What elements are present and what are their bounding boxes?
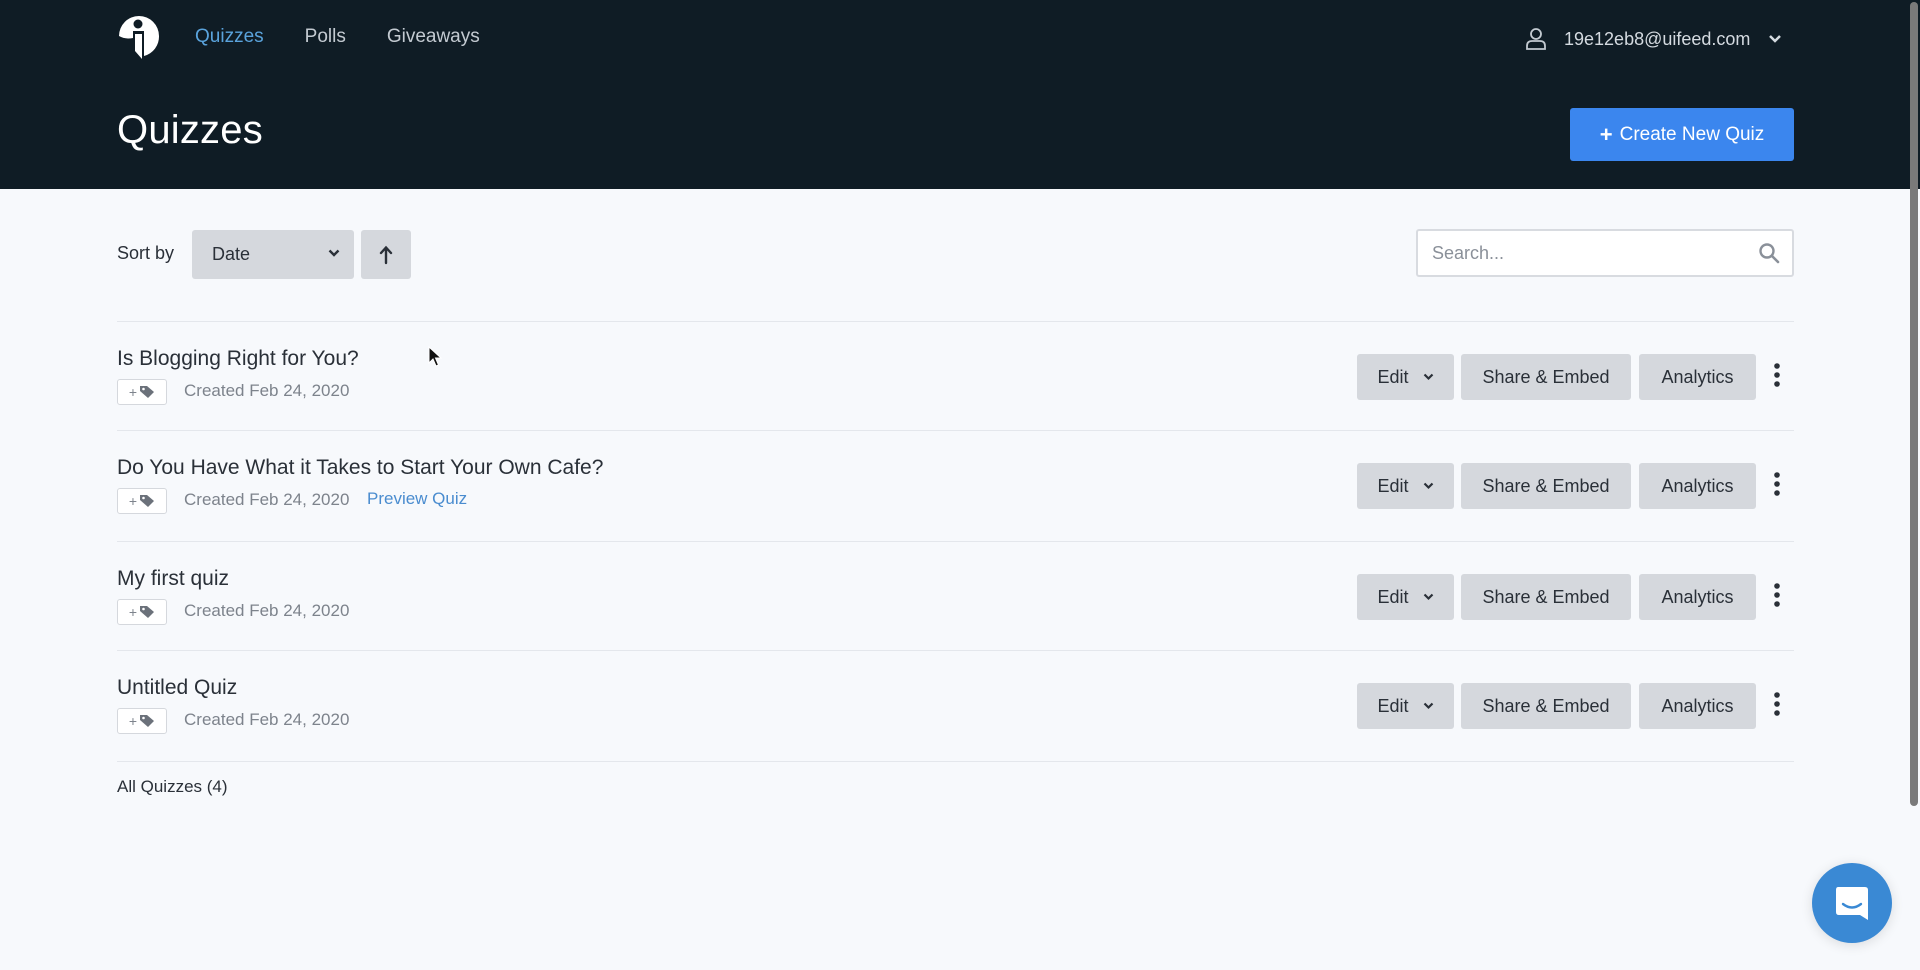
- plus-icon: +: [1599, 121, 1613, 147]
- sort-label: Sort by: [117, 243, 175, 263]
- divider: [117, 761, 1794, 762]
- edit-label: Edit: [1377, 586, 1409, 607]
- quiz-row: Do You Have What it Takes to Start Your …: [117, 430, 1794, 540]
- created-date: Created Feb 24, 2020: [184, 601, 350, 620]
- chevron-down-icon: [328, 249, 340, 257]
- user-email: 19e12eb8@uifeed.com: [1564, 28, 1751, 49]
- search-input[interactable]: [1418, 231, 1792, 275]
- more-options-icon[interactable]: [1769, 470, 1785, 500]
- chevron-down-icon: [1423, 702, 1433, 710]
- chevron-down-icon: [1423, 593, 1433, 601]
- chat-launcher-button[interactable]: [1812, 863, 1892, 943]
- add-tag-button[interactable]: +: [117, 379, 167, 405]
- edit-label: Edit: [1377, 695, 1409, 716]
- tag-icon: [140, 495, 155, 507]
- user-menu[interactable]: 19e12eb8@uifeed.com: [1525, 27, 1782, 51]
- share-embed-button[interactable]: Share & Embed: [1461, 463, 1631, 509]
- preview-quiz-link[interactable]: Preview Quiz: [367, 489, 467, 509]
- chevron-down-icon: [1769, 35, 1782, 43]
- uifeed-logo-icon[interactable]: [117, 14, 161, 60]
- chevron-down-icon: [1423, 373, 1433, 381]
- nav-item-quizzes[interactable]: Quizzes: [195, 24, 264, 50]
- create-new-quiz-label: Create New Quiz: [1619, 123, 1765, 145]
- all-quizzes-count[interactable]: All Quizzes (4): [117, 777, 228, 797]
- add-tag-button[interactable]: +: [117, 599, 167, 625]
- created-date: Created Feb 24, 2020: [184, 381, 350, 400]
- create-new-quiz-button[interactable]: + Create New Quiz: [1570, 108, 1794, 161]
- edit-button[interactable]: Edit: [1357, 683, 1454, 729]
- created-date: Created Feb 24, 2020: [184, 710, 350, 729]
- edit-button[interactable]: Edit: [1357, 574, 1454, 620]
- quiz-row: Untitled Quiz + Created Feb 24, 2020 Edi…: [117, 650, 1794, 760]
- quiz-row: My first quiz + Created Feb 24, 2020 Edi…: [117, 541, 1794, 651]
- tag-icon: [140, 715, 155, 727]
- edit-button[interactable]: Edit: [1357, 463, 1454, 509]
- sort-direction-button[interactable]: [361, 230, 411, 279]
- search-box: [1416, 229, 1794, 277]
- scrollbar-thumb[interactable]: [1910, 2, 1918, 806]
- quiz-title[interactable]: Untitled Quiz: [117, 676, 237, 700]
- search-icon[interactable]: [1758, 242, 1780, 264]
- nav-item-polls[interactable]: Polls: [305, 24, 346, 50]
- more-options-icon[interactable]: [1769, 361, 1785, 391]
- chat-bubble-icon: [1836, 887, 1868, 920]
- more-options-icon[interactable]: [1769, 581, 1785, 611]
- edit-label: Edit: [1377, 366, 1409, 387]
- quiz-title[interactable]: Is Blogging Right for You?: [117, 347, 359, 371]
- sort-select-value: Date: [212, 244, 251, 264]
- created-date: Created Feb 24, 2020: [184, 490, 350, 509]
- chevron-down-icon: [1423, 482, 1433, 490]
- page-scrollbar[interactable]: [1908, 0, 1920, 970]
- edit-button[interactable]: Edit: [1357, 354, 1454, 400]
- plus-icon: +: [128, 493, 138, 509]
- top-header: Quizzes Polls Giveaways 19e12eb8@uifeed.…: [0, 0, 1908, 189]
- plus-icon: +: [128, 713, 138, 729]
- arrow-up-icon: [379, 245, 393, 264]
- share-embed-button[interactable]: Share & Embed: [1461, 574, 1631, 620]
- quiz-title[interactable]: Do You Have What it Takes to Start Your …: [117, 456, 603, 480]
- add-tag-button[interactable]: +: [117, 708, 167, 734]
- nav-item-giveaways[interactable]: Giveaways: [387, 24, 480, 50]
- user-icon: [1526, 28, 1546, 50]
- share-embed-button[interactable]: Share & Embed: [1461, 354, 1631, 400]
- quiz-row: Is Blogging Right for You? + Created Feb…: [117, 321, 1794, 431]
- tag-icon: [140, 606, 155, 618]
- main-nav: Quizzes Polls Giveaways: [195, 24, 521, 50]
- quiz-title[interactable]: My first quiz: [117, 567, 229, 591]
- edit-label: Edit: [1377, 475, 1409, 496]
- tag-icon: [140, 386, 155, 398]
- analytics-button[interactable]: Analytics: [1639, 683, 1756, 729]
- add-tag-button[interactable]: +: [117, 488, 167, 514]
- analytics-button[interactable]: Analytics: [1639, 574, 1756, 620]
- share-embed-button[interactable]: Share & Embed: [1461, 683, 1631, 729]
- plus-icon: +: [128, 384, 138, 400]
- analytics-button[interactable]: Analytics: [1639, 463, 1756, 509]
- analytics-button[interactable]: Analytics: [1639, 354, 1756, 400]
- plus-icon: +: [128, 604, 138, 620]
- page-title: Quizzes: [117, 108, 263, 152]
- more-options-icon[interactable]: [1769, 690, 1785, 720]
- sort-select[interactable]: Date: [192, 230, 354, 279]
